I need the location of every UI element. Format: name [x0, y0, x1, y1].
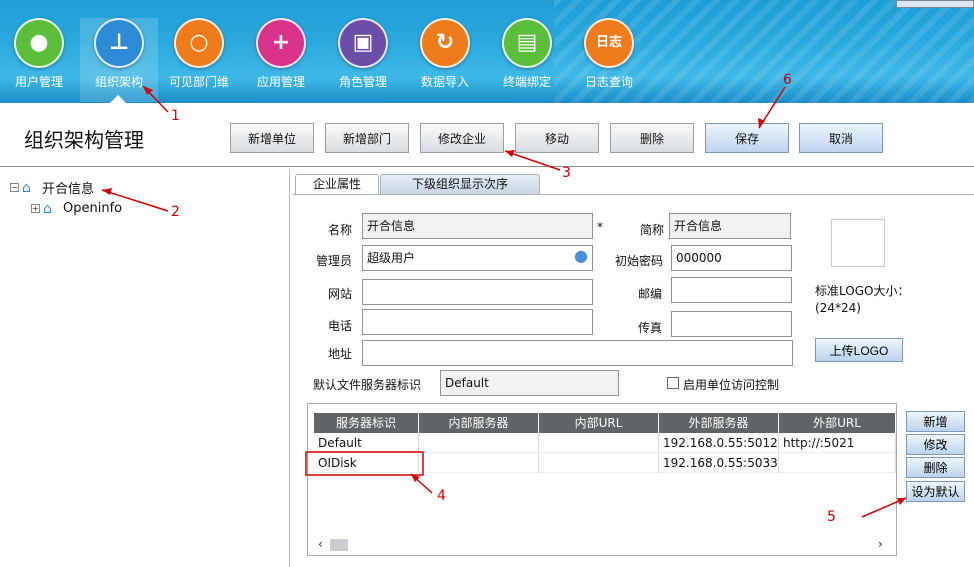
- annotation-highlight: [305, 451, 424, 476]
- annotation-number: 1: [171, 108, 180, 124]
- annotation-number: 2: [171, 204, 180, 220]
- annotation-number: 3: [562, 165, 571, 181]
- annotation-layer: [101, 85, 907, 518]
- arrowhead: [505, 150, 515, 157]
- annotation-number: 4: [437, 488, 446, 504]
- annotation-arrow: [101, 189, 169, 212]
- annotation-number: 5: [827, 509, 836, 525]
- arrowhead: [143, 86, 153, 95]
- arrowhead: [102, 188, 112, 195]
- annotation-number: 6: [783, 72, 792, 88]
